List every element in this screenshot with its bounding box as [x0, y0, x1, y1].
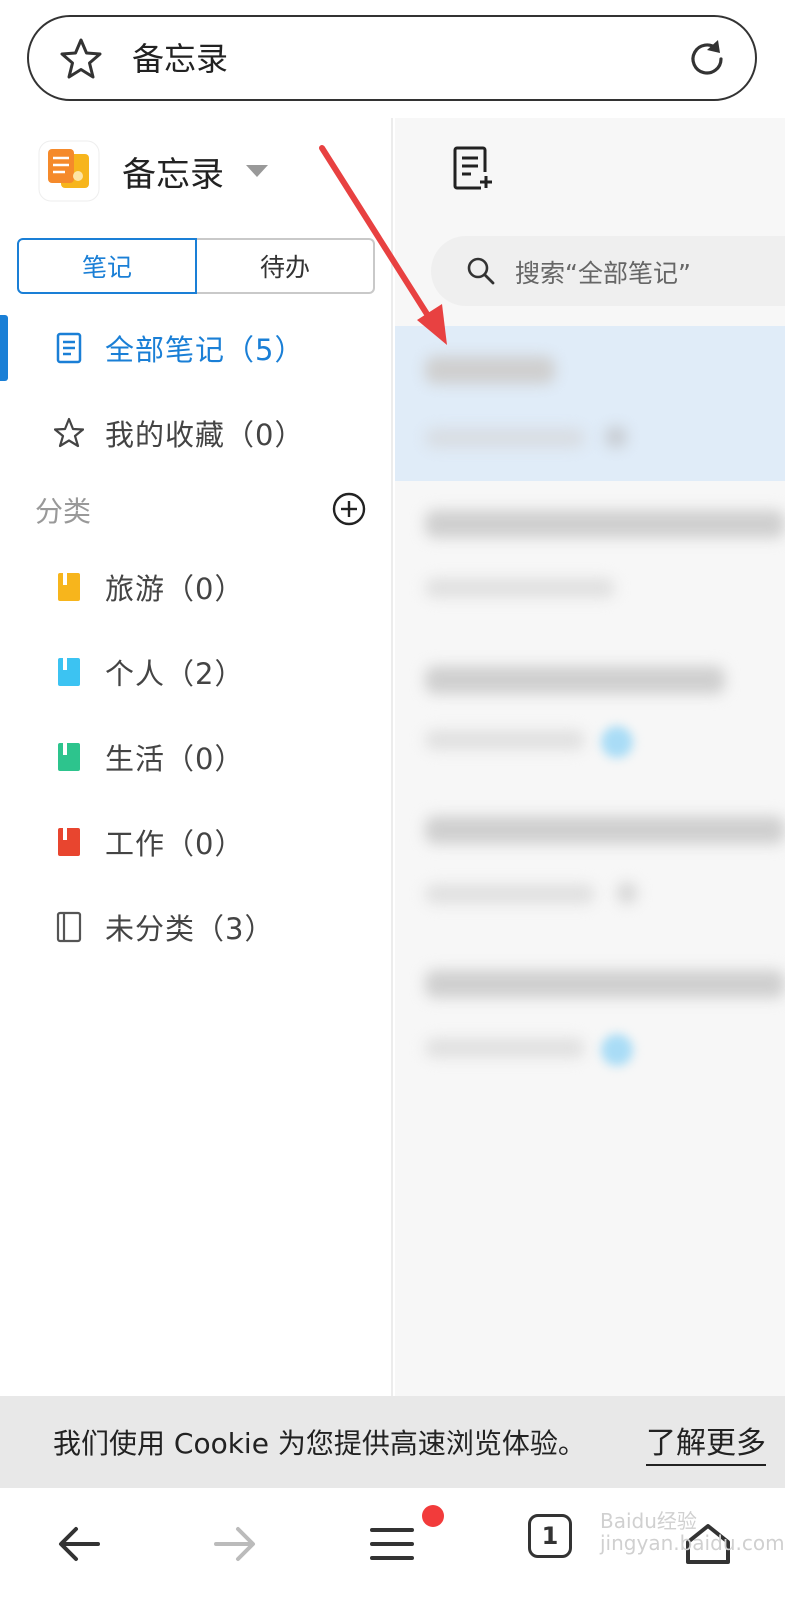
sidebar-item-work[interactable]: 工作（0）	[0, 807, 393, 877]
page-title: 备忘录	[132, 40, 229, 78]
sidebar-item-all-notes[interactable]: 全部笔记（5）	[0, 313, 393, 383]
sidebar-item-label: 未分类（3）	[105, 912, 275, 946]
sidebar-item-label: 全部笔记（5）	[105, 333, 305, 367]
notebook-yellow-icon	[58, 573, 80, 601]
note-item[interactable]	[395, 944, 785, 1094]
note-item[interactable]	[395, 486, 785, 636]
sidebar: 备忘录 笔记 待办 全部笔记（5） 我的收藏（0） 分类 旅游（0） 个人（2）…	[0, 118, 393, 1396]
bottom-nav: 1 Baidu经验 jingyan.baidu.com	[0, 1488, 785, 1600]
note-item-selected[interactable]	[395, 326, 785, 481]
note-item[interactable]	[395, 638, 785, 788]
search-placeholder: 搜索“全部笔记”	[515, 259, 691, 288]
cookie-message: 我们使用 Cookie 为您提供高速浏览体验。	[53, 1427, 586, 1460]
reload-icon[interactable]	[685, 37, 729, 81]
menu-icon[interactable]	[364, 1516, 420, 1572]
notebook-blue-icon	[58, 658, 80, 686]
sidebar-item-personal[interactable]: 个人（2）	[0, 637, 393, 707]
app-switcher[interactable]: 备忘录	[38, 140, 268, 202]
notebook-red-icon	[58, 828, 80, 856]
sidebar-item-label: 旅游（0）	[105, 572, 245, 606]
caret-down-icon	[246, 165, 268, 177]
sidebar-item-uncategorized[interactable]: 未分类（3）	[0, 892, 393, 962]
document-icon	[56, 332, 82, 364]
app-name: 备忘录	[122, 154, 224, 195]
sidebar-item-travel[interactable]: 旅游（0）	[0, 552, 393, 622]
tab-count-button[interactable]: 1	[528, 1514, 572, 1558]
back-arrow-icon[interactable]	[52, 1516, 108, 1572]
notification-badge	[422, 1505, 444, 1527]
learn-more-link[interactable]: 了解更多	[646, 1418, 766, 1466]
sidebar-item-favorites[interactable]: 我的收藏（0）	[0, 398, 393, 468]
cookie-banner: 我们使用 Cookie 为您提供高速浏览体验。 了解更多	[0, 1396, 785, 1488]
star-icon[interactable]	[59, 37, 103, 81]
search-icon	[467, 257, 495, 285]
add-category-icon[interactable]	[332, 492, 366, 526]
notes-list-panel: 搜索“全部笔记”	[395, 118, 785, 1396]
category-section-label: 分类	[35, 495, 92, 528]
watermark: Baidu经验 jingyan.baidu.com	[600, 1509, 785, 1555]
memo-app-logo-icon	[38, 140, 100, 202]
sidebar-item-label: 我的收藏（0）	[105, 418, 305, 452]
sidebar-item-label: 生活（0）	[105, 742, 245, 776]
search-bar[interactable]: 搜索“全部笔记”	[431, 236, 785, 306]
sidebar-item-life[interactable]: 生活（0）	[0, 722, 393, 792]
address-bar: 备忘录	[0, 0, 785, 118]
tab-todo[interactable]: 待办	[197, 238, 375, 294]
star-outline-icon	[54, 417, 84, 448]
sidebar-item-label: 个人（2）	[105, 657, 245, 691]
active-indicator	[0, 315, 8, 381]
url-box[interactable]: 备忘录	[27, 15, 757, 101]
sidebar-item-label: 工作（0）	[105, 827, 245, 861]
forward-arrow-icon[interactable]	[206, 1516, 262, 1572]
notes-todo-toggle: 笔记 待办	[17, 238, 375, 294]
notebook-outline-icon	[56, 911, 82, 943]
note-item[interactable]	[395, 790, 785, 940]
new-note-icon[interactable]	[451, 144, 495, 192]
tab-notes[interactable]: 笔记	[17, 238, 197, 294]
notebook-green-icon	[58, 743, 80, 771]
